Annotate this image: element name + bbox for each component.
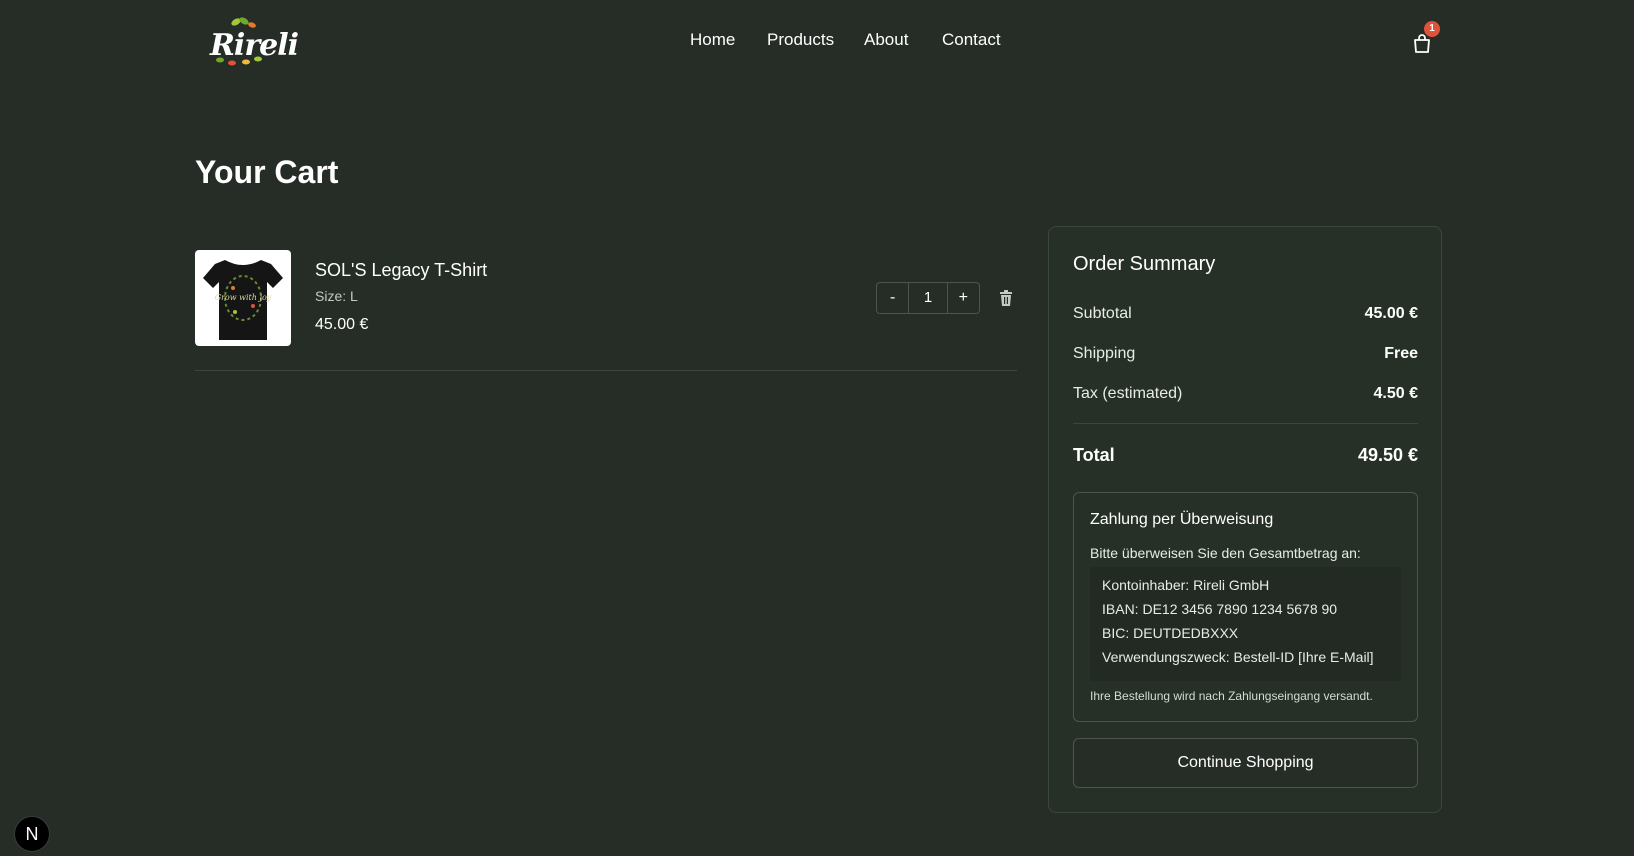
tax-label: Tax (estimated)	[1073, 385, 1183, 402]
total-value: 49.50 €	[1357, 445, 1418, 465]
nav-contact[interactable]: Contact	[942, 30, 1001, 50]
shipping-label: Shipping	[1073, 345, 1136, 362]
trash-icon	[1000, 290, 1012, 306]
shipping-value: Free	[1384, 345, 1418, 362]
item-size: Size: L	[315, 288, 358, 304]
cart-item: Grow with joy SOL'S Legacy T-Shirt Size:…	[195, 250, 1017, 371]
tax-value: 4.50 €	[1373, 385, 1418, 402]
item-name[interactable]: SOL'S Legacy T-Shirt	[315, 260, 487, 281]
subtotal-value: 45.00 €	[1364, 305, 1418, 322]
bank-transfer-intro: Bitte überweisen Sie den Gesamtbetrag an…	[1090, 545, 1361, 561]
cart-page: Rireli Home Products About Contact 1 You…	[0, 0, 1634, 856]
shipping-row: Shipping Free	[1073, 345, 1418, 363]
item-price: 45.00 €	[315, 316, 369, 333]
tshirt-image: Grow with joy	[203, 260, 283, 340]
nav-home[interactable]: Home	[690, 30, 735, 50]
continue-shopping-button[interactable]: Continue Shopping	[1073, 738, 1418, 788]
bic: BIC: DEUTDEDBXXX	[1102, 625, 1239, 641]
cart-count-badge: 1	[1424, 21, 1440, 37]
payment-reference: Verwendungszweck: Bestell-ID [Ihre E-Mai…	[1102, 649, 1374, 665]
order-summary: Order Summary Subtotal 45.00 € Shipping …	[1048, 226, 1442, 813]
decrement-button[interactable]: -	[877, 283, 908, 313]
product-image[interactable]: Grow with joy	[195, 250, 291, 346]
summary-divider	[1073, 423, 1418, 424]
total-row: Total 49.50 €	[1073, 445, 1418, 466]
subtotal-label: Subtotal	[1073, 305, 1132, 322]
nav-products[interactable]: Products	[767, 30, 834, 50]
site-logo[interactable]: Rireli	[206, 16, 299, 68]
order-summary-title: Order Summary	[1073, 253, 1216, 275]
increment-button[interactable]: +	[948, 283, 979, 313]
logo-text: Rireli	[210, 28, 299, 63]
quantity-stepper: - 1 +	[876, 282, 980, 314]
subtotal-row: Subtotal 45.00 €	[1073, 305, 1418, 323]
site-header: Rireli Home Products About Contact 1	[0, 0, 1634, 84]
tshirt-print-text: Grow with joy	[215, 293, 272, 302]
bank-transfer-title: Zahlung per Überweisung	[1090, 511, 1274, 528]
nav-about[interactable]: About	[864, 30, 908, 50]
total-label: Total	[1073, 445, 1115, 465]
dev-tools-badge[interactable]: N	[14, 816, 50, 852]
bank-details: Kontoinhaber: Rireli GmbH IBAN: DE12 345…	[1090, 567, 1401, 681]
account-holder: Kontoinhaber: Rireli GmbH	[1102, 577, 1270, 593]
bank-transfer-panel: Zahlung per Überweisung Bitte überweisen…	[1073, 492, 1418, 722]
remove-item-button[interactable]	[997, 289, 1015, 307]
quantity-value[interactable]: 1	[908, 283, 948, 313]
shipping-note: Ihre Bestellung wird nach Zahlungseingan…	[1090, 689, 1373, 703]
iban: IBAN: DE12 3456 7890 1234 5678 90	[1102, 601, 1338, 617]
tax-row: Tax (estimated) 4.50 €	[1073, 385, 1418, 403]
page-title: Your Cart	[195, 154, 339, 190]
